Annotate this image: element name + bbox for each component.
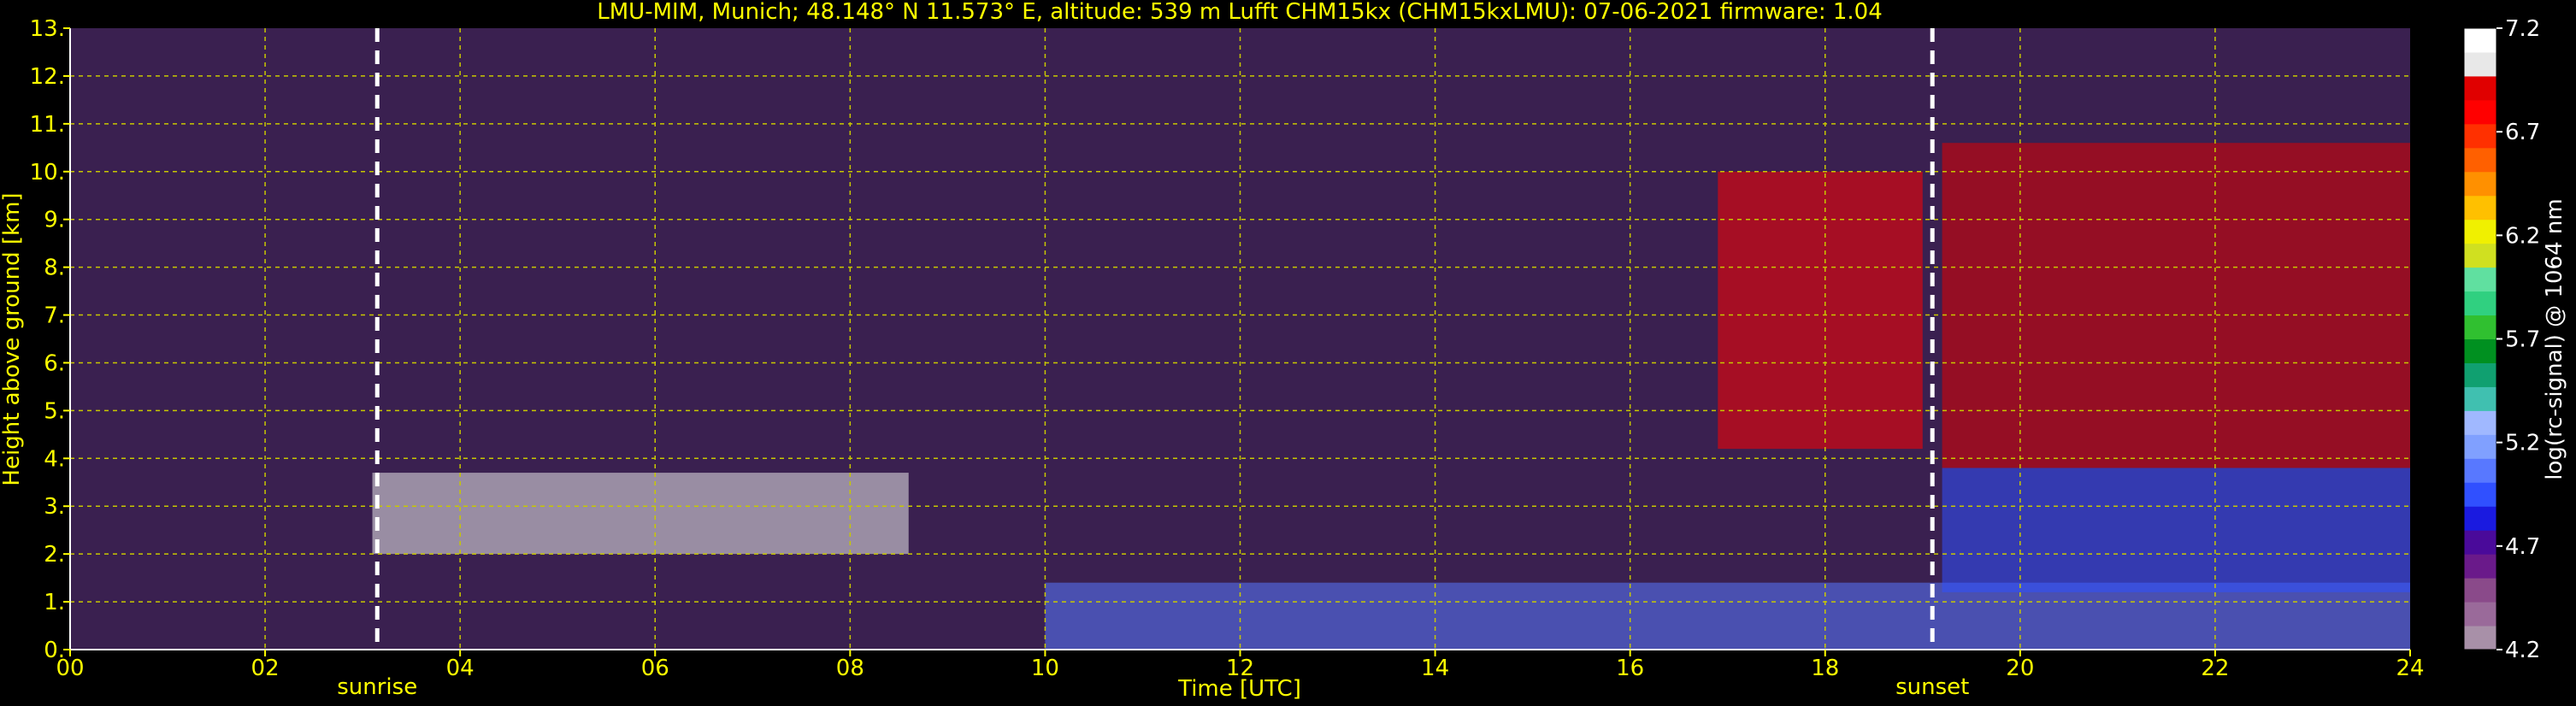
colorbar-swatch-14 bbox=[2464, 291, 2496, 316]
colorbar-swatch-12 bbox=[2464, 338, 2496, 363]
y-tick-label-9: 9. bbox=[44, 208, 65, 233]
y-tick-label-3: 3. bbox=[44, 494, 65, 520]
colorbar-swatch-20 bbox=[2464, 147, 2496, 173]
heatmap-feature-4 bbox=[1942, 143, 2410, 468]
colorbar-swatch-0 bbox=[2464, 626, 2496, 650]
colorbar-swatch-18 bbox=[2464, 195, 2496, 221]
colorbar-tick-label-5: 6.7 bbox=[2505, 120, 2540, 145]
colorbar-swatch-24 bbox=[2464, 51, 2496, 77]
y-tick-label-6: 6. bbox=[44, 350, 65, 376]
colorbar-swatch-8 bbox=[2464, 434, 2496, 459]
colorbar-swatch-9 bbox=[2464, 410, 2496, 435]
y-tick-label-7: 7. bbox=[44, 303, 65, 329]
y-tick-label-1: 1. bbox=[44, 590, 65, 615]
y-axis-label: Height above ground [km] bbox=[0, 192, 25, 485]
colorbar-swatch-25 bbox=[2464, 28, 2496, 53]
y-tick-label-5: 5. bbox=[44, 398, 65, 424]
heatmap-feature-2 bbox=[372, 473, 909, 555]
colorbar-tick-label-6: 7.2 bbox=[2505, 16, 2540, 42]
plot-area bbox=[70, 28, 2410, 650]
y-tick-label-2: 2. bbox=[44, 542, 65, 568]
x-tick-label-1: 02 bbox=[251, 656, 280, 681]
colorbar-swatch-15 bbox=[2464, 267, 2496, 292]
x-tick-label-11: 22 bbox=[2201, 656, 2229, 681]
x-tick-label-12: 24 bbox=[2396, 656, 2424, 681]
x-tick-label-9: 18 bbox=[1811, 656, 1839, 681]
colorbar-tick-label-1: 4.7 bbox=[2505, 534, 2540, 560]
y-tick-label-8: 8. bbox=[44, 256, 65, 281]
x-axis-label: Time [UTC] bbox=[1177, 676, 1301, 702]
x-tick-label-7: 14 bbox=[1421, 656, 1449, 681]
x-tick-label-4: 08 bbox=[836, 656, 864, 681]
heatmap-feature-1 bbox=[1942, 468, 2410, 592]
chart-title: LMU-MIM, Munich; 48.148° N 11.573° E, al… bbox=[597, 0, 1882, 25]
y-tick-label-11: 11. bbox=[30, 112, 65, 138]
colorbar-swatch-16 bbox=[2464, 243, 2496, 268]
colorbar-swatch-19 bbox=[2464, 171, 2496, 197]
colorbar-swatch-11 bbox=[2464, 362, 2496, 387]
colorbar-swatch-13 bbox=[2464, 315, 2496, 339]
colorbar-swatch-17 bbox=[2464, 219, 2496, 244]
colorbar-swatch-3 bbox=[2464, 554, 2496, 579]
sunset-label: sunset bbox=[1895, 674, 1969, 700]
colorbar-label: log(rc-signal) @ 1064 nm bbox=[2542, 198, 2567, 479]
colorbar-swatch-7 bbox=[2464, 458, 2496, 483]
colorbar-swatch-1 bbox=[2464, 602, 2496, 627]
colorbar-tick-label-4: 6.2 bbox=[2505, 223, 2540, 249]
colorbar-swatch-5 bbox=[2464, 506, 2496, 531]
colorbar-tick-label-0: 4.2 bbox=[2505, 638, 2540, 663]
colorbar-swatch-23 bbox=[2464, 75, 2496, 101]
y-tick-label-4: 4. bbox=[44, 446, 65, 472]
ceilometer-chart: LMU-MIM, Munich; 48.148° N 11.573° E, al… bbox=[0, 0, 2576, 706]
colorbar-swatches bbox=[2464, 28, 2496, 650]
x-tick-label-3: 06 bbox=[641, 656, 669, 681]
colorbar-tick-label-3: 5.7 bbox=[2505, 327, 2540, 353]
x-tick-label-2: 04 bbox=[446, 656, 475, 681]
colorbar-tick-label-2: 5.2 bbox=[2505, 431, 2540, 456]
heatmap-feature-3 bbox=[1718, 171, 1923, 450]
colorbar-swatch-6 bbox=[2464, 482, 2496, 507]
y-tick-label-12: 12. bbox=[30, 64, 65, 90]
x-tick-label-8: 16 bbox=[1616, 656, 1644, 681]
colorbar-swatch-2 bbox=[2464, 578, 2496, 603]
y-tick-label-10: 10. bbox=[30, 160, 65, 185]
x-tick-label-10: 20 bbox=[2006, 656, 2034, 681]
y-tick-label-13: 13. bbox=[30, 16, 65, 42]
y-tick-label-0: 0. bbox=[44, 638, 65, 663]
colorbar-swatch-21 bbox=[2464, 123, 2496, 149]
colorbar-swatch-22 bbox=[2464, 99, 2496, 125]
sunrise-label: sunrise bbox=[337, 674, 417, 700]
colorbar-swatch-10 bbox=[2464, 386, 2496, 411]
colorbar-swatch-4 bbox=[2464, 530, 2496, 555]
heatmap-feature-0 bbox=[1045, 582, 2410, 650]
x-tick-label-5: 10 bbox=[1031, 656, 1059, 681]
